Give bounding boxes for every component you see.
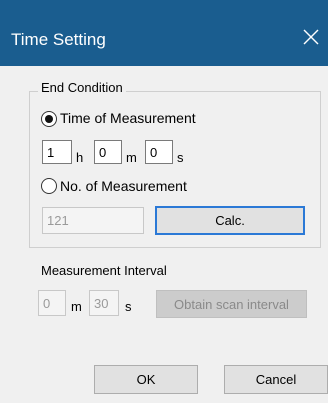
ok-button[interactable]: OK	[94, 365, 198, 394]
seconds-input[interactable]	[145, 140, 173, 164]
time-of-measurement-radio[interactable]	[41, 111, 57, 127]
title-bar: Time Setting	[0, 0, 328, 66]
hours-unit: h	[76, 150, 84, 165]
seconds-unit: s	[177, 150, 184, 165]
interval-minutes-unit: m	[71, 299, 82, 314]
measurement-interval-label: Measurement Interval	[41, 263, 167, 278]
calc-button[interactable]: Calc.	[155, 206, 305, 235]
minutes-input[interactable]	[94, 140, 122, 164]
close-icon[interactable]	[300, 26, 322, 48]
hours-input[interactable]	[42, 140, 72, 164]
interval-seconds-input[interactable]	[89, 290, 119, 316]
interval-minutes-input[interactable]	[38, 290, 66, 316]
cancel-button[interactable]: Cancel	[224, 365, 328, 394]
obtain-scan-interval-button[interactable]: Obtain scan interval	[156, 290, 307, 318]
no-of-measurement-radio[interactable]	[41, 178, 57, 194]
end-condition-legend: End Condition	[38, 80, 126, 95]
time-of-measurement-label[interactable]: Time of Measurement	[60, 110, 196, 126]
interval-seconds-unit: s	[125, 299, 132, 314]
no-of-measurement-label[interactable]: No. of Measurement	[60, 178, 187, 194]
no-of-measurement-input[interactable]	[42, 207, 144, 234]
window-title: Time Setting	[11, 30, 106, 49]
minutes-unit: m	[126, 150, 137, 165]
